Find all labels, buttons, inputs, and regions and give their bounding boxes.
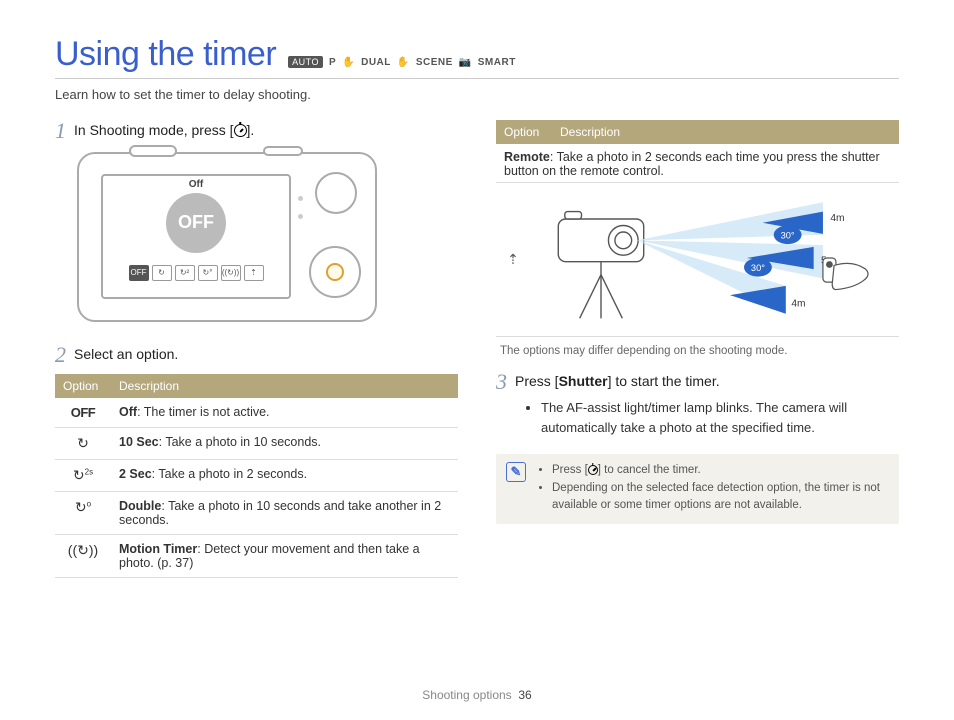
icon-2sec: ↻2s bbox=[73, 467, 93, 484]
th-option-r: Option bbox=[496, 120, 552, 144]
step3-bullet: The AF-assist light/timer lamp blinks. T… bbox=[541, 398, 899, 438]
remote-illustration: ⇡ bbox=[496, 189, 899, 337]
mode-scene-icon: ✋ bbox=[397, 57, 410, 68]
cam-top-btn bbox=[263, 146, 303, 156]
remote-option-table: Option Description bbox=[496, 120, 899, 144]
label-off: Off bbox=[119, 405, 137, 419]
cam-screen: Off OFF OFF ↻ ↻² ↻° ((↻)) ⇡ bbox=[101, 174, 291, 299]
step1-b: ]. bbox=[247, 122, 255, 138]
mode-icons: AUTO P ✋ DUAL ✋ SCENE 📷 SMART bbox=[288, 56, 516, 68]
subtitle: Learn how to set the timer to delay shoo… bbox=[55, 87, 899, 102]
mode-dual-icon: ✋ bbox=[342, 57, 355, 68]
step-3-number: 3 bbox=[496, 371, 507, 393]
cam-icon-4: ((↻)) bbox=[221, 265, 241, 281]
step-2: 2 Select an option. bbox=[55, 344, 458, 366]
angle-30-b: 30° bbox=[751, 263, 765, 273]
cam-icon-5: ⇡ bbox=[244, 265, 264, 281]
cam-icon-1: ↻ bbox=[152, 265, 172, 281]
row-off: OFF Off: The timer is not active. bbox=[55, 398, 458, 428]
step-3: 3 Press [Shutter] to start the timer. Th… bbox=[496, 371, 899, 438]
timer-icon bbox=[234, 124, 247, 137]
cam-dpad bbox=[309, 246, 361, 298]
cam-icon-row: OFF ↻ ↻² ↻° ((↻)) ⇡ bbox=[129, 265, 264, 281]
camera-back-illustration: Off OFF OFF ↻ ↻² ↻° ((↻)) ⇡ bbox=[77, 152, 377, 322]
icon-double: ↻o bbox=[75, 499, 91, 516]
right-column: Option Description Remote: Take a photo … bbox=[496, 120, 899, 578]
step-1-text: In Shooting mode, press []. bbox=[74, 120, 254, 141]
note-1: Press [ ] to cancel the timer. bbox=[552, 462, 889, 479]
cam-screen-off-label: Off bbox=[189, 179, 203, 190]
row-double: ↻o Double: Take a photo in 10 seconds an… bbox=[55, 492, 458, 535]
desc-2sec: : Take a photo in 2 seconds. bbox=[152, 467, 307, 481]
step3-shutter: Shutter bbox=[559, 373, 608, 389]
label-double: Double bbox=[119, 499, 161, 513]
left-column: 1 In Shooting mode, press []. Off OFF OF… bbox=[55, 120, 458, 578]
cam-screen-off-circle: Off OFF bbox=[166, 193, 226, 253]
mode-dual: DUAL bbox=[361, 57, 391, 68]
step-1: 1 In Shooting mode, press []. bbox=[55, 120, 458, 142]
timer-options-table: Option Description OFF Off: The timer is… bbox=[55, 374, 458, 578]
cam-icon-0: OFF bbox=[129, 265, 149, 281]
footer-section: Shooting options bbox=[422, 688, 511, 702]
desc-10sec: : Take a photo in 10 seconds. bbox=[159, 435, 321, 449]
cam-screen-off-big: OFF bbox=[178, 212, 214, 233]
th-option: Option bbox=[55, 374, 111, 398]
cam-shutter bbox=[129, 145, 177, 157]
cam-icon-2: ↻² bbox=[175, 265, 195, 281]
cam-dpad-ok bbox=[326, 263, 344, 281]
th-desc-r: Description bbox=[552, 120, 899, 144]
desc-off: : The timer is not active. bbox=[137, 405, 269, 419]
icon-motion: ((↻)) bbox=[68, 542, 98, 559]
icon-10sec: ↻ bbox=[77, 435, 89, 452]
dist-4m-top: 4m bbox=[830, 213, 844, 224]
step-1-number: 1 bbox=[55, 120, 66, 142]
step3-a: Press [ bbox=[515, 373, 559, 389]
step1-a: In Shooting mode, press [ bbox=[74, 122, 234, 138]
note1-b: ] to cancel the timer. bbox=[598, 464, 701, 476]
label-remote: Remote bbox=[504, 150, 550, 164]
mode-auto: AUTO bbox=[288, 56, 323, 68]
footer-page: 36 bbox=[518, 688, 531, 702]
angle-30-a: 30° bbox=[781, 231, 795, 241]
desc-double: : Take a photo in 10 seconds and take an… bbox=[119, 499, 441, 527]
mode-smart: SMART bbox=[478, 57, 516, 68]
row-motion: ((↻)) Motion Timer: Detect your movement… bbox=[55, 535, 458, 578]
note-2: Depending on the selected face detection… bbox=[552, 480, 889, 515]
timer-icon-small bbox=[588, 465, 598, 475]
mode-p: P bbox=[329, 57, 336, 68]
dist-4m-bottom: 4m bbox=[791, 298, 805, 309]
step3-b: ] to start the timer. bbox=[608, 373, 720, 389]
mode-scene: SCENE bbox=[416, 57, 453, 68]
step-2-number: 2 bbox=[55, 344, 66, 366]
step-2-text: Select an option. bbox=[74, 344, 178, 365]
footer: Shooting options 36 bbox=[0, 688, 954, 702]
mode-smart-icon: 📷 bbox=[459, 57, 472, 68]
title-row: Using the timer AUTO P ✋ DUAL ✋ SCENE 📷 … bbox=[55, 35, 899, 79]
icon-off: OFF bbox=[71, 405, 96, 420]
page-title: Using the timer bbox=[55, 35, 276, 74]
note1-a: Press [ bbox=[552, 464, 588, 476]
label-motion: Motion Timer bbox=[119, 542, 197, 556]
remote-description-row: Remote: Take a photo in 2 seconds each t… bbox=[496, 144, 899, 183]
row-2sec: ↻2s 2 Sec: Take a photo in 2 seconds. bbox=[55, 460, 458, 492]
remote-diagram: 30° 30° 4m 5m 4m bbox=[532, 193, 891, 326]
note-box: ✎ Press [ ] to cancel the timer. Dependin… bbox=[496, 454, 899, 524]
cam-mode-dial bbox=[315, 172, 357, 214]
label-10sec: 10 Sec bbox=[119, 435, 159, 449]
note-icon: ✎ bbox=[506, 462, 526, 482]
desc-remote: : Take a photo in 2 seconds each time yo… bbox=[504, 150, 880, 178]
options-differ-note: The options may differ depending on the … bbox=[496, 345, 899, 357]
label-2sec: 2 Sec bbox=[119, 467, 152, 481]
th-desc: Description bbox=[111, 374, 458, 398]
cam-led-1 bbox=[298, 196, 303, 201]
row-10sec: ↻ 10 Sec: Take a photo in 10 seconds. bbox=[55, 428, 458, 460]
remote-row-icon: ⇡ bbox=[504, 251, 522, 268]
step-3-text: Press [Shutter] to start the timer. The … bbox=[515, 371, 899, 438]
cam-icon-3: ↻° bbox=[198, 265, 218, 281]
cam-led-2 bbox=[298, 214, 303, 219]
